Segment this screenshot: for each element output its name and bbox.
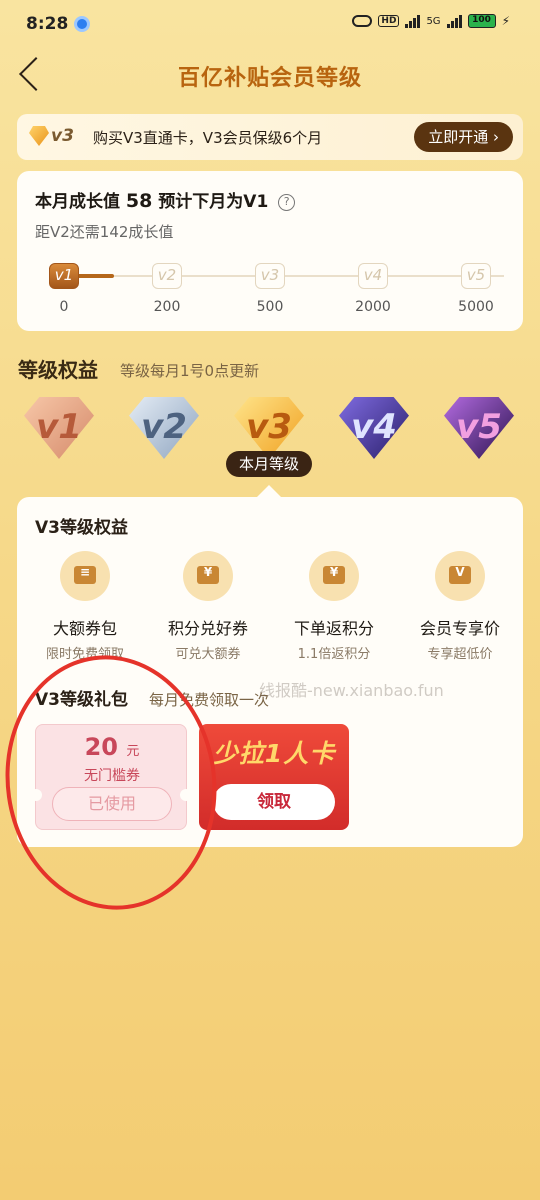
benefit-name: 积分兑好券 <box>167 619 248 638</box>
coupon-pack-icon: ≡ <box>60 551 110 601</box>
status-time: 8:28 <box>26 14 69 34</box>
level-node-v2: v2 <box>152 263 182 289</box>
network-label: 5G <box>426 15 441 27</box>
app-notification-icon <box>74 16 90 32</box>
benefit-name: 下单返积分 <box>293 619 374 638</box>
member-price-icon: V <box>435 551 485 601</box>
status-bar: 8:28 HD 5G 100 ⚡ <box>0 0 540 48</box>
gem-icon <box>29 126 49 146</box>
promo-text: 购买V3直通卡，V3会员保级6个月 <box>93 128 323 147</box>
help-icon[interactable]: ? <box>278 194 296 211</box>
gem-v2[interactable]: v2 <box>129 397 199 463</box>
gem-v1[interactable]: v1 <box>24 397 94 463</box>
battery-icon: 100 <box>467 14 496 28</box>
rights-card-title: V3等级权益 <box>35 518 128 538</box>
charging-icon: ⚡ <box>501 14 510 28</box>
growth-title-suffix: 预计下月为V1 <box>158 192 269 212</box>
v3-promo-banner[interactable]: v3 购买V3直通卡，V3会员保级6个月 立即开通 › <box>17 114 523 160</box>
benefit-sub: 可兑大额券 <box>175 647 241 662</box>
link-icon <box>352 15 373 27</box>
level-value-v5: 5000 <box>458 299 494 315</box>
level-node-v1: v1 <box>49 263 79 289</box>
level-node-v5: v5 <box>461 263 491 289</box>
current-level-badge: 本月等级 <box>226 451 312 477</box>
v3-badge: v3 <box>29 124 83 150</box>
signal-5g-icon <box>446 14 462 28</box>
invite-card: 少拉1人卡 领取 <box>199 724 349 830</box>
gem-v5-label: v5 <box>456 407 502 447</box>
benefit-cashback[interactable]: ¥ 下单返积分 1.1倍返积分 <box>274 551 394 662</box>
benefit-coupon-pack[interactable]: ≡ 大额券包 限时免费领取 <box>25 551 145 662</box>
growth-title-prefix: 本月成长值 <box>35 192 120 212</box>
level-value-v2: 200 <box>153 299 181 315</box>
points-coupon-icon: ¥ <box>183 551 233 601</box>
level-rights-title: 等级权益 <box>18 358 98 382</box>
growth-subtitle: 距V2还需142成长值 <box>35 223 174 241</box>
claim-button[interactable]: 领取 <box>213 784 335 820</box>
v3-badge-label: v3 <box>51 126 74 146</box>
gem-v2-label: v2 <box>141 407 187 447</box>
hd-icon: HD <box>378 15 400 27</box>
open-now-button[interactable]: 立即开通 › <box>414 122 513 152</box>
watermark: 线报酷-new.xianbao.fun <box>259 681 444 700</box>
page-title: 百亿补贴会员等级 <box>177 66 362 91</box>
level-rights-subtitle: 等级每月1号0点更新 <box>120 362 260 380</box>
status-icons: HD 5G 100 ⚡ <box>352 14 510 28</box>
gem-v4[interactable]: v4 <box>339 397 409 463</box>
gem-v3-label: v3 <box>246 407 292 447</box>
gem-v4-label: v4 <box>351 407 397 447</box>
benefit-member-price[interactable]: V 会员专享价 专享超低价 <box>400 551 520 662</box>
benefit-sub: 1.1倍返积分 <box>297 647 371 662</box>
level-node-v3: v3 <box>255 263 285 289</box>
gem-v5[interactable]: v5 <box>444 397 514 463</box>
invite-card-title: 少拉1人卡 <box>212 739 336 768</box>
benefit-points-coupon[interactable]: ¥ 积分兑好券 可兑大额券 <box>148 551 268 662</box>
benefit-name: 会员专享价 <box>419 619 500 638</box>
signal-4g-icon <box>405 14 421 28</box>
benefit-sub: 专享超低价 <box>427 647 493 662</box>
growth-card: 本月成长值 58 预计下月为V1 ? 距V2还需142成长值 v1 v2 v3 … <box>17 171 523 331</box>
level-value-v1: 0 <box>59 299 69 315</box>
card-pointer <box>257 485 281 497</box>
cashback-icon: ¥ <box>309 551 359 601</box>
gem-v1-label: v1 <box>36 407 82 447</box>
benefit-name: 大额券包 <box>52 619 117 638</box>
growth-value: 58 <box>125 190 153 212</box>
level-node-v4: v4 <box>358 263 388 289</box>
growth-title: 本月成长值 58 预计下月为V1 ? <box>35 187 296 212</box>
level-value-v4: 2000 <box>355 299 391 315</box>
level-value-v3: 500 <box>256 299 284 315</box>
